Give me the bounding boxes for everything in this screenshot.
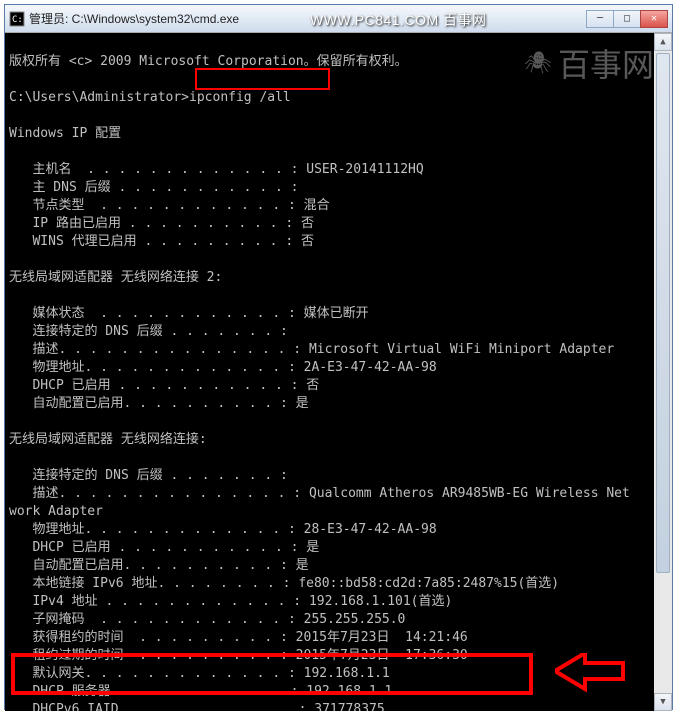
adapter2-header: 无线局域网适配器 无线网络连接 2: (9, 270, 222, 285)
subnet-label: 子网掩码 . . . . . . . . . . . . : (9, 612, 304, 627)
physaddr-label-1: 物理地址. . . . . . . . . . . . . : (9, 522, 304, 537)
logo-text: 百事网 (558, 40, 654, 86)
autocfg-label-1: 自动配置已启用. . . . . . . . . . : (9, 558, 296, 573)
linklocal-value: fe80::bd58:cd2d:7a85:2487%15(首选) (298, 576, 559, 591)
physaddr-label: 物理地址. . . . . . . . . . . . . : (9, 360, 304, 375)
media-state-label: 媒体状态 . . . . . . . . . . . . : (9, 306, 304, 321)
lease-obt-value: 2015年7月23日 14:21:46 (296, 630, 468, 645)
lease-exp-value: 2015年7月23日 17:36:30 (296, 648, 468, 663)
dhcpsrv-label: DHCP 服务器 . . . . . . . . . . . : (9, 684, 306, 699)
subnet-value: 255.255.255.0 (304, 612, 406, 627)
adapter1-header: 无线局域网适配器 无线网络连接: (9, 432, 207, 447)
window-title: 管理员: C:\Windows\system32\cmd.exe (29, 10, 587, 27)
window-buttons: ─ □ ✕ (587, 10, 668, 28)
maximize-button[interactable]: □ (613, 10, 641, 28)
description-label: 描述. . . . . . . . . . . . . . . : (9, 342, 309, 357)
gateway-label: 默认网关. . . . . . . . . . . . . : (9, 666, 304, 681)
prompt-line: C:\Users\Administrator>ipconfig /all (9, 90, 291, 105)
scroll-thumb[interactable] (656, 53, 670, 573)
minimize-button[interactable]: ─ (586, 10, 614, 28)
dhcp2-value: 否 (306, 378, 319, 393)
copyright-line: 版权所有 <c> 2009 Microsoft Corporation。保留所有… (9, 54, 408, 69)
conn-dns-suffix-1: 连接特定的 DNS 后缀 . . . . . . . : (9, 468, 288, 483)
node-type-value: 混合 (304, 198, 330, 213)
console-output: 版权所有 <c> 2009 Microsoft Corporation。保留所有… (5, 33, 672, 711)
ip-routing-value: 否 (301, 216, 314, 231)
physaddr1-value: 28-E3-47-42-AA-98 (304, 522, 437, 537)
description1-value: Qualcomm Atheros AR9485WB-EG Wireless Ne… (309, 486, 630, 501)
iaid-value: 371778375 (314, 702, 384, 711)
primary-dns-suffix: 主 DNS 后缀 . . . . . . . . . . . : (9, 180, 298, 195)
lease-obt-label: 获得租约的时间 . . . . . . . . . : (9, 630, 296, 645)
cmd-icon: C: (9, 11, 25, 27)
hostname-label: 主机名 . . . . . . . . . . . . . : (9, 162, 306, 177)
command-text: ipconfig /all (189, 90, 291, 105)
dhcp1-value: 是 (306, 540, 319, 555)
wins-proxy-value: 否 (301, 234, 314, 249)
ipv4-label: IPv4 地址 . . . . . . . . . . . . : (9, 594, 309, 609)
scroll-up-button[interactable]: ▲ (654, 33, 672, 51)
autocfg1-value: 是 (296, 558, 309, 573)
media-state-value: 媒体已断开 (304, 306, 369, 321)
description1-value-cont: work Adapter (9, 504, 103, 519)
hostname-value: USER-20141112HQ (306, 162, 423, 177)
prompt-path: C:\Users\Administrator> (9, 90, 189, 105)
iaid-label: DHCPv6 IAID . . . . . . . . . . . : (9, 702, 314, 711)
lease-exp-label: 租约过期的时间 . . . . . . . . . : (9, 648, 296, 663)
close-button[interactable]: ✕ (640, 10, 668, 28)
ip-routing-label: IP 路由已启用 . . . . . . . . . . : (9, 216, 301, 231)
description-label-1: 描述. . . . . . . . . . . . . . . : (9, 486, 309, 501)
autocfg-value: 是 (296, 396, 309, 411)
dhcp-label: DHCP 已启用 . . . . . . . . . . . : (9, 378, 306, 393)
spider-icon: 🕷 (524, 50, 552, 76)
ipconfig-header: Windows IP 配置 (9, 126, 121, 141)
scroll-down-button[interactable]: ▼ (654, 693, 672, 711)
svg-text:C:: C: (12, 15, 23, 25)
gateway-value: 192.168.1.1 (304, 666, 390, 681)
dhcpsrv-value: 192.168.1.1 (306, 684, 392, 699)
linklocal-label: 本地链接 IPv6 地址. . . . . . . . : (9, 576, 298, 591)
conn-dns-suffix-2: 连接特定的 DNS 后缀 . . . . . . . : (9, 324, 288, 339)
vertical-scrollbar[interactable]: ▲ ▼ (654, 33, 672, 711)
logo-watermark: 🕷 百事网 (524, 40, 654, 86)
cmd-window: C: 管理员: C:\Windows\system32\cmd.exe ─ □ … (4, 4, 673, 710)
wins-proxy-label: WINS 代理已启用 . . . . . . . . . : (9, 234, 301, 249)
description2-value: Microsoft Virtual WiFi Miniport Adapter (309, 342, 614, 357)
autocfg-label: 自动配置已启用. . . . . . . . . . : (9, 396, 296, 411)
node-type-label: 节点类型 . . . . . . . . . . . . : (9, 198, 304, 213)
scroll-track[interactable] (654, 51, 672, 693)
dhcp-label-1: DHCP 已启用 . . . . . . . . . . . : (9, 540, 306, 555)
url-watermark: WWW.PC841.COM 百事网 (310, 10, 487, 30)
physaddr2-value: 2A-E3-47-42-AA-98 (304, 360, 437, 375)
ipv4-value: 192.168.1.101(首选) (309, 594, 452, 609)
